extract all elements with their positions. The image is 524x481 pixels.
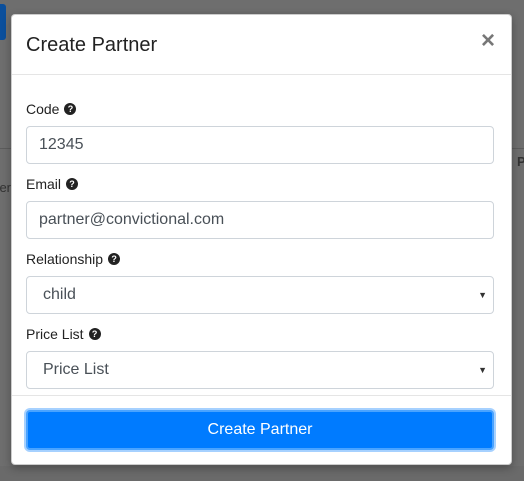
background-button-edge (0, 4, 6, 40)
price-list-label: Price List (26, 326, 84, 342)
email-field[interactable]: partner@convictional.com (26, 201, 494, 239)
code-group: Code ? 12345 (26, 99, 494, 164)
price-list-select[interactable]: Price List ▼ (26, 351, 494, 389)
question-circle-icon[interactable]: ? (108, 253, 121, 265)
code-field[interactable]: 12345 (26, 126, 494, 164)
create-partner-button[interactable]: Create Partner (26, 410, 494, 450)
background-divider (512, 148, 524, 149)
background-text-fragment: er (0, 180, 11, 195)
email-group: Email ? partner@convictional.com (26, 174, 494, 239)
relationship-label: Relationship (26, 251, 104, 267)
modal-body: Code ? 12345 Email ? partner@convictiona… (12, 75, 511, 389)
chevron-down-icon: ▼ (478, 365, 487, 375)
modal-header: Create Partner × (12, 15, 511, 75)
code-label: Code (26, 101, 60, 117)
modal-title: Create Partner (26, 34, 158, 56)
chevron-down-icon: ▼ (478, 290, 487, 300)
background-strip (0, 466, 524, 481)
modal-footer: Create Partner (12, 395, 511, 464)
relationship-select[interactable]: child ▼ (26, 276, 494, 314)
question-circle-icon[interactable]: ? (64, 103, 77, 115)
relationship-selected-value: child (43, 286, 76, 303)
relationship-group: Relationship ? child ▼ (26, 249, 494, 314)
question-circle-icon[interactable]: ? (88, 328, 101, 340)
close-icon[interactable]: × (481, 29, 495, 53)
price-list-selected-value: Price List (43, 361, 109, 378)
create-partner-modal: Create Partner × Code ? 12345 Email ? pa… (11, 14, 512, 465)
question-circle-icon[interactable]: ? (66, 178, 79, 190)
email-label: Email (26, 176, 62, 192)
price-list-group: Price List ? Price List ▼ (26, 324, 494, 389)
background-text-fragment: P (517, 154, 524, 169)
